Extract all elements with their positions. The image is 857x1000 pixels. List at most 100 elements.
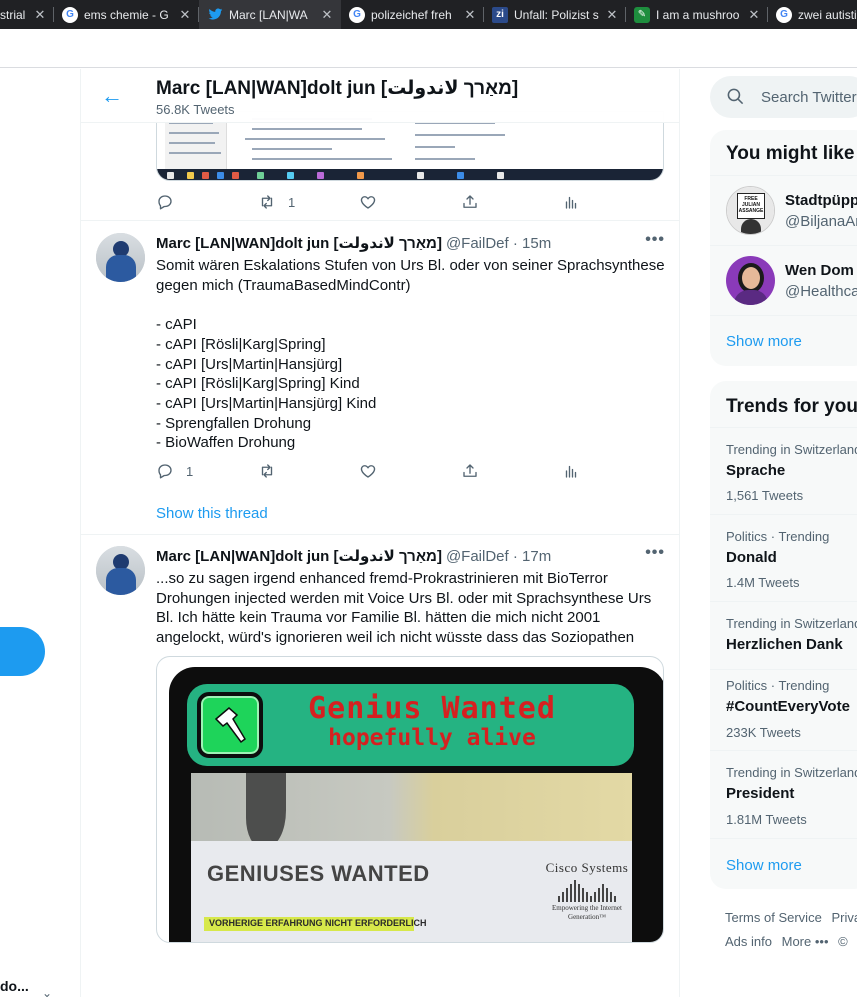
search-box[interactable]: Search Twitter [710, 76, 857, 118]
trend-name[interactable]: Donald [726, 549, 777, 566]
like-button[interactable] [359, 191, 377, 213]
google-icon: G [349, 6, 365, 23]
hammer-icon [197, 692, 263, 758]
taskbar [157, 169, 663, 180]
logo-tagline: Empowering the Internet Generation™ [552, 904, 622, 921]
more-link[interactable]: More ••• [782, 934, 829, 949]
share-button[interactable] [461, 460, 479, 482]
trend-context: Trending in Switzerland [726, 765, 857, 780]
retweet-button[interactable]: 1 [258, 191, 295, 213]
trend-name[interactable]: #CountEveryVote [726, 698, 850, 715]
copyright: © [838, 934, 848, 949]
browser-tab[interactable]: G polizeichef freh ✕ [341, 0, 484, 29]
heart-icon [360, 465, 376, 478]
trend-context: Politics · Trending [726, 678, 830, 693]
panel-divider [710, 427, 857, 428]
trend-context: Trending in Switzerland [726, 442, 857, 457]
tab-title: I am a mushroo [656, 7, 740, 22]
tab-title: zwei autisti [798, 7, 857, 22]
tab-title: Marc [LAN|WA [229, 7, 308, 22]
browser-tab[interactable]: zi Unfall: Polizist s ✕ [484, 0, 626, 29]
close-tab-icon[interactable]: ✕ [604, 7, 620, 23]
like-button[interactable] [359, 460, 377, 482]
panel-title: Trends for you [726, 396, 857, 417]
suggested-user-handle[interactable]: @BiljanaAr [785, 213, 857, 230]
reply-button[interactable]: 1 [156, 460, 193, 482]
poster-headline: Genius Wanted [308, 691, 556, 726]
back-arrow-icon[interactable]: ← [101, 83, 123, 109]
search-input[interactable]: Search Twitter [761, 89, 857, 106]
analytics-button[interactable] [562, 460, 580, 482]
trend-count: 1.4M Tweets [726, 575, 800, 590]
logo-bars [542, 878, 632, 902]
panel-title: You might like [726, 143, 855, 164]
tweet-divider [81, 220, 679, 221]
more-options-icon[interactable]: ••• [645, 544, 665, 562]
share-icon [463, 464, 477, 477]
account-switcher-label[interactable]: do... [0, 978, 29, 994]
tweet-media[interactable]: Genius Wanted hopefully alive GENIUSES W… [156, 656, 664, 943]
avatar[interactable] [96, 546, 145, 595]
retweet-icon [261, 464, 273, 478]
analytics-button[interactable] [562, 191, 580, 213]
trends-panel: Trends for you Trending in Switzerland S… [710, 381, 857, 889]
profile-name: Marc [LAN|WAN]dolt jun [מאַרך لاندولت] [156, 78, 519, 99]
chevron-down-icon[interactable]: ⌄ [42, 986, 52, 1000]
terms-link[interactable]: Terms of Service [725, 910, 822, 925]
logo-name: Cisco Systems [545, 860, 629, 875]
reply-button[interactable] [156, 191, 174, 213]
google-icon: G [776, 6, 792, 23]
browser-tab[interactable]: strial ✕ [0, 0, 54, 29]
retweet-icon [261, 195, 273, 209]
bookmark-icon: ✎ [634, 6, 650, 23]
browser-tab[interactable]: G zwei autisti [768, 0, 857, 29]
close-tab-icon[interactable]: ✕ [746, 7, 762, 23]
cisco-logo: Cisco Systems Empowering the Internet Ge… [542, 860, 632, 922]
ad-title: GENIUSES WANTED [207, 861, 430, 886]
browser-tab[interactable]: G ems chemie - G ✕ [54, 0, 199, 29]
show-more-link[interactable]: Show more [726, 857, 802, 874]
browser-tab-strip: strial ✕ G ems chemie - G ✕ Marc [LAN|WA… [0, 0, 857, 29]
author-handle-time[interactable]: @FailDef · 17m [446, 548, 551, 565]
close-tab-icon[interactable]: ✕ [32, 7, 48, 23]
show-more-link[interactable]: Show more [726, 333, 802, 350]
avatar[interactable]: FREE JULIAN ASSANGE [726, 186, 775, 235]
show-thread-link[interactable]: Show this thread [156, 505, 268, 522]
suggested-user-name[interactable]: Wen Dom [785, 262, 854, 279]
panel-divider [710, 669, 857, 670]
trend-count: 1.81M Tweets [726, 812, 807, 827]
tweet-text: ...so zu sagen irgend enhanced fremd-Pro… [156, 570, 656, 647]
trend-name[interactable]: President [726, 785, 794, 802]
browser-toolbar [0, 29, 857, 68]
browser-tab[interactable]: ✎ I am a mushroo ✕ [626, 0, 768, 29]
share-button[interactable] [461, 191, 479, 213]
tweet-actions: 1 [156, 460, 586, 482]
trend-context: Politics · Trending [726, 529, 830, 544]
suggested-user-handle[interactable]: @Healthca [785, 283, 857, 300]
tab-title: Unfall: Polizist s [514, 7, 599, 22]
compose-tweet-button[interactable] [0, 627, 45, 676]
avatar-sign: FREE JULIAN ASSANGE [737, 193, 765, 219]
more-options-icon[interactable]: ••• [645, 231, 665, 249]
retweet-button[interactable] [258, 460, 276, 482]
avatar[interactable] [96, 233, 145, 282]
author-name[interactable]: Marc [LAN|WAN]dolt jun [מאַרך لاندولت] [156, 234, 442, 252]
close-tab-icon[interactable]: ✕ [462, 7, 478, 23]
avatar[interactable] [726, 256, 775, 305]
author-handle-time[interactable]: @FailDef · 15m [446, 235, 551, 252]
browser-tab-active[interactable]: Marc [LAN|WA ✕ [199, 0, 341, 29]
retweet-count: 1 [288, 194, 296, 210]
address-bar[interactable] [0, 33, 857, 64]
suggested-user-name[interactable]: Stadtpüpp [785, 192, 857, 209]
ads-info-link[interactable]: Ads info [725, 934, 772, 949]
trend-name[interactable]: Sprache [726, 462, 785, 479]
zi-icon: zi [492, 6, 508, 23]
close-tab-icon[interactable]: ✕ [319, 7, 335, 23]
panel-divider [710, 315, 857, 316]
trend-name[interactable]: Herzlichen Dank [726, 636, 843, 653]
ad-subtitle: VORHERIGE ERFAHRUNG NICHT ERFORDERLICH [209, 918, 427, 928]
panel-divider [710, 750, 857, 751]
author-name[interactable]: Marc [LAN|WAN]dolt jun [מאַרך لاندولت] [156, 547, 442, 565]
privacy-link[interactable]: Priva [831, 910, 857, 925]
close-tab-icon[interactable]: ✕ [177, 7, 193, 23]
